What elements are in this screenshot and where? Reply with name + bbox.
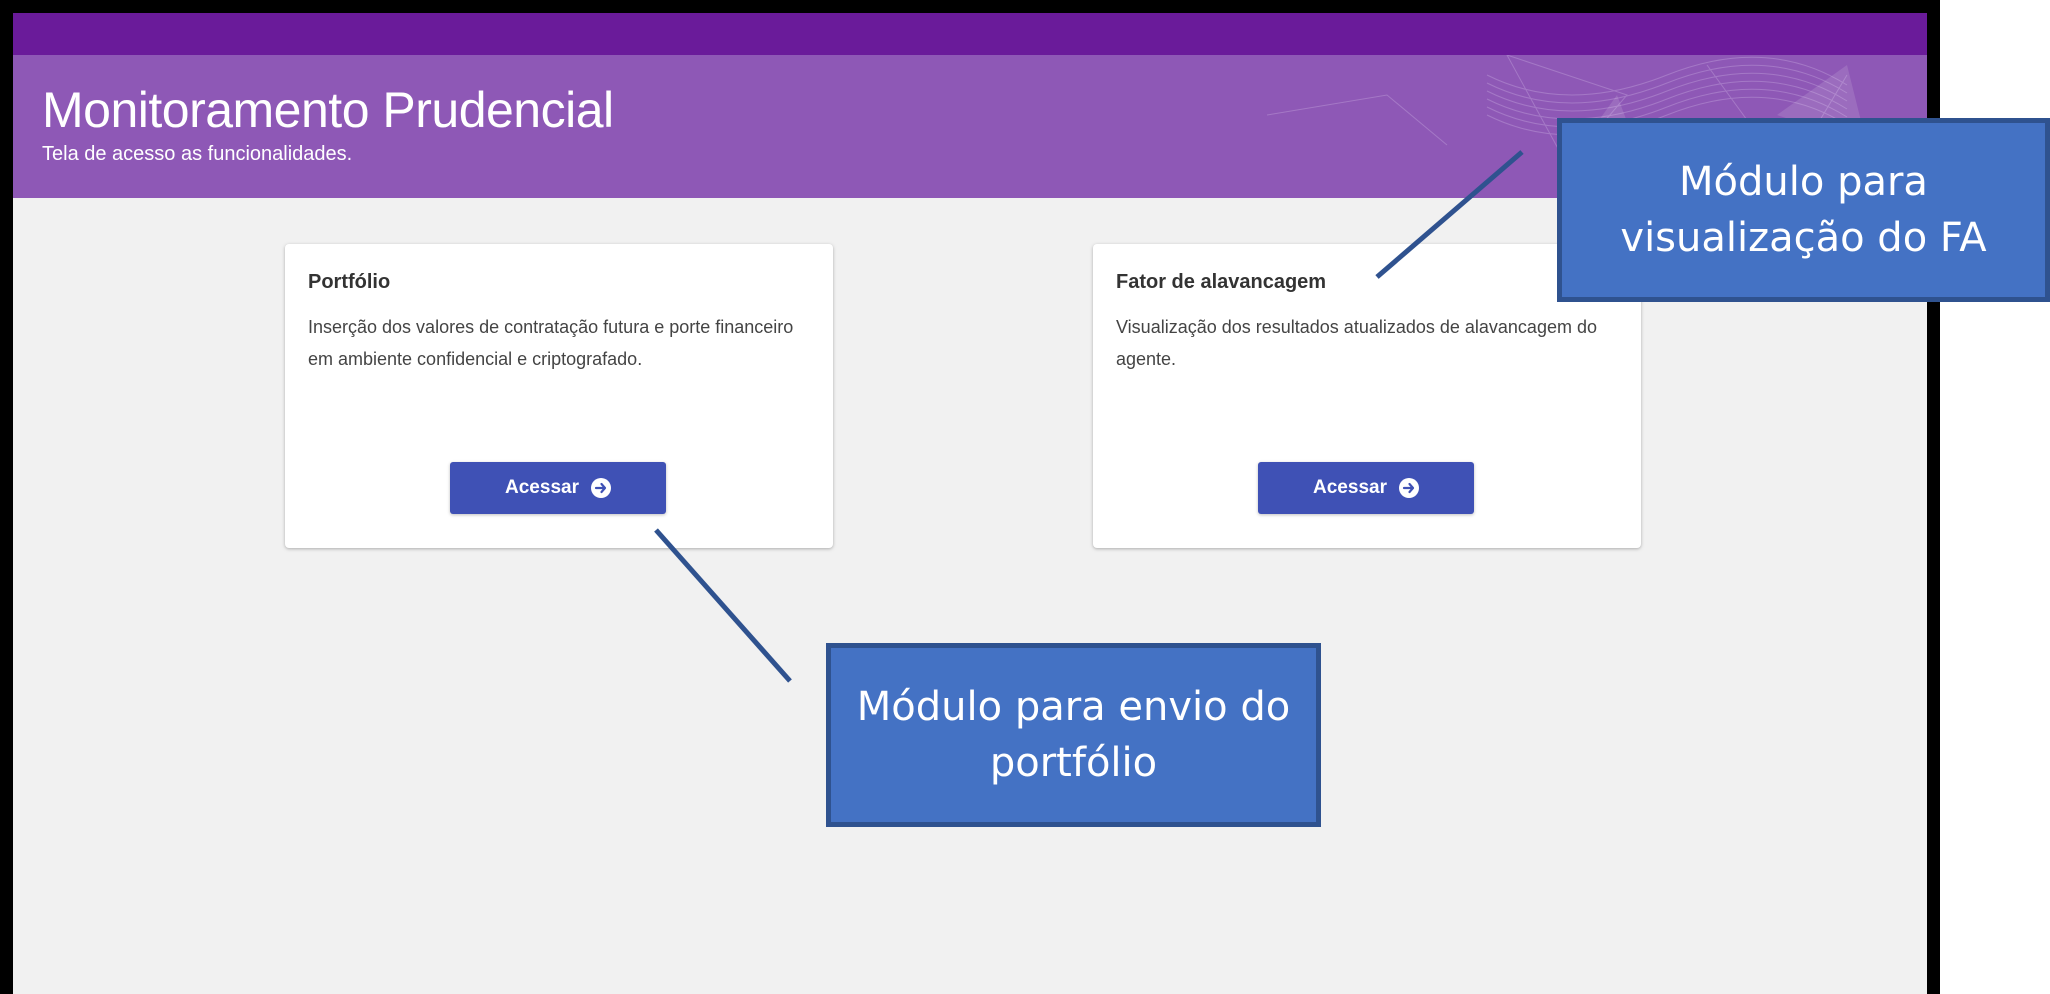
callout-text: Módulo para visualização do FA <box>1620 159 1987 261</box>
arrow-circle-right-icon <box>590 478 611 498</box>
acessar-portfolio-button[interactable]: Acessar <box>450 462 666 514</box>
card-description: Inserção dos valores de contratação futu… <box>308 317 794 369</box>
button-label: Acessar <box>505 477 579 498</box>
page-title: Monitoramento Prudencial <box>42 82 614 138</box>
callout-fa-module: Módulo para visualização do FA <box>1557 118 2050 302</box>
button-label: Acessar <box>1313 477 1387 498</box>
card-portfolio: Portfólio Inserção dos valores de contra… <box>285 244 833 548</box>
callout-portfolio-module: Módulo para envio do portfólio <box>826 643 1321 827</box>
page-subtitle: Tela de acesso as funcionalidades. <box>42 143 353 165</box>
acessar-fator-alavancagem-button[interactable]: Acessar <box>1258 462 1474 514</box>
card-description: Visualização dos resultados atualizados … <box>1116 317 1597 369</box>
card-title: Fator de alavancagem <box>1116 271 1327 293</box>
arrow-circle-right-icon <box>1398 478 1419 498</box>
top-app-bar <box>13 13 1927 55</box>
card-title: Portfólio <box>308 271 391 293</box>
callout-text: Módulo para envio do portfólio <box>856 684 1291 786</box>
